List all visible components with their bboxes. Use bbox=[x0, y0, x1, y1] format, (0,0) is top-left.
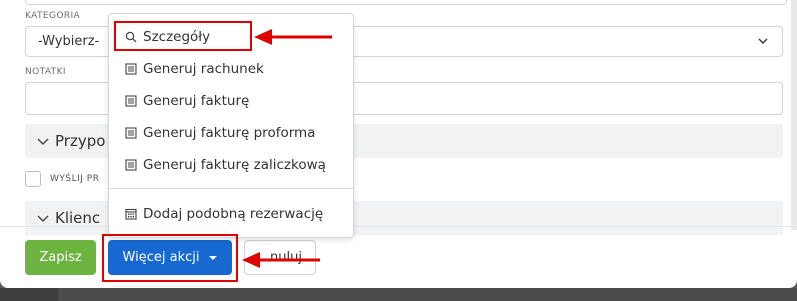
document-icon bbox=[125, 159, 137, 171]
backdrop bbox=[0, 288, 58, 301]
menu-item-label: Generuj fakturę bbox=[143, 93, 250, 109]
document-icon bbox=[125, 127, 137, 139]
chevron-down-icon bbox=[37, 138, 49, 145]
menu-item-label: Generuj rachunek bbox=[143, 61, 264, 77]
scrollbar[interactable] bbox=[791, 0, 797, 230]
highlight-more-actions-button bbox=[102, 234, 238, 282]
save-button[interactable]: Zapisz bbox=[25, 240, 96, 275]
menu-item-label: Dodaj podobną rezerwację bbox=[143, 206, 324, 222]
menu-item-generate-proforma[interactable]: Generuj fakturę proforma bbox=[109, 120, 353, 146]
section-reminders-title: Przypo bbox=[55, 132, 106, 150]
send-checkbox[interactable] bbox=[25, 171, 41, 187]
calendar-icon bbox=[125, 208, 137, 220]
send-checkbox-label: WYŚLIJ PR bbox=[50, 174, 100, 184]
document-icon bbox=[125, 63, 137, 75]
backdrop bbox=[58, 288, 797, 301]
red-arrow-icon bbox=[254, 29, 332, 45]
send-checkbox-row[interactable]: WYŚLIJ PR bbox=[25, 171, 99, 187]
menu-item-generate-invoice[interactable]: Generuj fakturę bbox=[109, 88, 353, 114]
document-icon bbox=[125, 95, 137, 107]
previous-field[interactable] bbox=[25, 0, 787, 5]
category-label: KATEGORIA bbox=[25, 11, 81, 21]
highlight-details-item bbox=[114, 21, 252, 51]
section-clients-title: Klienc bbox=[55, 209, 101, 227]
chevron-down-icon bbox=[758, 38, 768, 44]
menu-divider bbox=[109, 188, 353, 189]
category-select-value: -Wybierz- bbox=[38, 34, 100, 49]
chevron-down-icon bbox=[37, 215, 49, 222]
menu-item-generate-bill[interactable]: Generuj rachunek bbox=[109, 56, 353, 82]
menu-item-label: Generuj fakturę proforma bbox=[143, 125, 316, 141]
menu-item-generate-advance-invoice[interactable]: Generuj fakturę zaliczkową bbox=[109, 152, 353, 178]
menu-item-add-similar-booking[interactable]: Dodaj podobną rezerwację bbox=[109, 201, 353, 227]
red-arrow-icon bbox=[242, 252, 320, 268]
menu-item-label: Generuj fakturę zaliczkową bbox=[143, 157, 326, 173]
notes-label: NOTATKI bbox=[25, 67, 66, 77]
